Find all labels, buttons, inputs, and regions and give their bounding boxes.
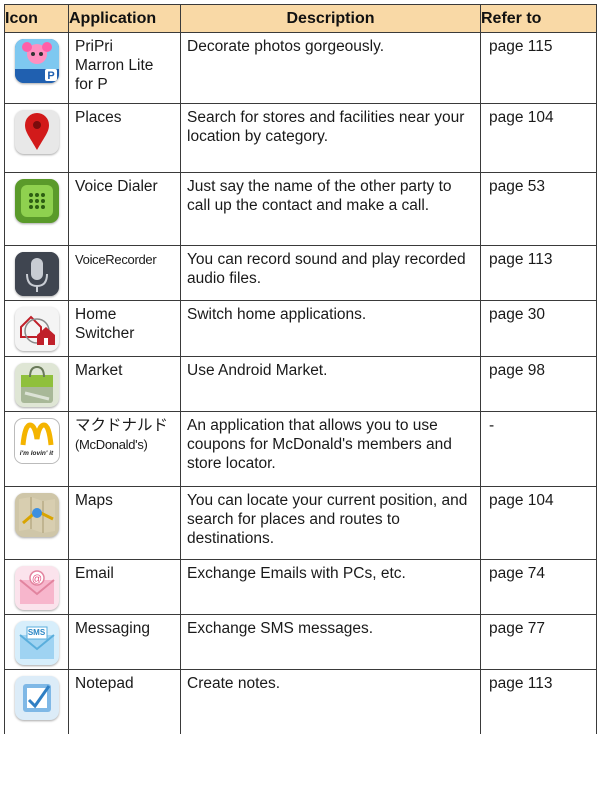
microphone-icon xyxy=(14,252,59,296)
email-envelope-icon: @ xyxy=(14,566,59,610)
icon-cell xyxy=(4,245,69,301)
app-name-line: (McDonald's) xyxy=(75,437,148,452)
app-name-line: Email xyxy=(75,565,114,582)
maps-icon xyxy=(14,493,59,537)
table-row: P PriPri Marron Lite for P Decorate phot… xyxy=(4,32,597,104)
sms-envelope-icon: SMS xyxy=(14,621,59,665)
table-row: VoiceRecorder You can record sound and p… xyxy=(4,245,597,301)
app-name-cell: マクドナルド (McDonald's) xyxy=(68,411,181,487)
icon-cell xyxy=(4,669,69,734)
refer-to-cell: page 113 xyxy=(480,245,597,301)
icon-caption: i'm lovin' it xyxy=(19,450,54,457)
app-name-line: for P xyxy=(75,76,108,93)
refer-to-cell: page 104 xyxy=(480,103,597,173)
app-name-cell: PriPri Marron Lite for P xyxy=(68,32,181,104)
description-cell: You can record sound and play recorded a… xyxy=(180,245,481,301)
app-list-page: Icon Application Description Refer to P … xyxy=(4,4,597,734)
app-name-line: VoiceRecorder xyxy=(75,252,157,267)
refer-to-cell: page 30 xyxy=(480,300,597,357)
mcdonalds-logo-icon: i'm lovin' it xyxy=(13,418,60,464)
app-name-cell: Notepad xyxy=(68,669,181,734)
header-row: Icon Application Description Refer to xyxy=(4,4,597,33)
header-application: Application xyxy=(68,4,181,33)
header-icon: Icon xyxy=(4,4,69,33)
header-description: Description xyxy=(180,4,481,33)
app-name-cell: Maps xyxy=(68,486,181,560)
table-row: Voice Dialer Just say the name of the ot… xyxy=(4,172,597,246)
app-name-line: PriPri xyxy=(75,38,113,55)
description-cell: Exchange SMS messages. xyxy=(180,614,481,670)
icon-cell: SMS xyxy=(4,614,69,670)
icon-cell xyxy=(4,300,69,357)
refer-to-cell: - xyxy=(480,411,597,487)
description-cell: An application that allows you to use co… xyxy=(180,411,481,487)
app-name-line: Market xyxy=(75,362,123,379)
table-row: Notepad Create notes. page 113 xyxy=(4,669,597,734)
icon-cell: @ xyxy=(4,559,69,615)
places-pin-icon xyxy=(14,110,59,154)
svg-text:@: @ xyxy=(31,574,41,585)
refer-to-cell: page 74 xyxy=(480,559,597,615)
refer-to-cell: page 115 xyxy=(480,32,597,104)
app-name-line: Switcher xyxy=(75,325,135,342)
icon-cell: P xyxy=(4,32,69,104)
refer-to-cell: page 98 xyxy=(480,356,597,412)
app-name-cell: Email xyxy=(68,559,181,615)
refer-to-cell: page 77 xyxy=(480,614,597,670)
app-name-line: Places xyxy=(75,109,122,126)
icon-caption: SMS xyxy=(27,628,46,637)
icon-cell xyxy=(4,356,69,412)
svg-text:P: P xyxy=(47,70,54,82)
home-switcher-icon xyxy=(14,307,59,351)
app-name-cell: Voice Dialer xyxy=(68,172,181,246)
icon-cell xyxy=(4,103,69,173)
app-name-line: Notepad xyxy=(75,675,134,692)
app-name-line: Maps xyxy=(75,492,113,509)
description-cell: Create notes. xyxy=(180,669,481,734)
table-row: Home Switcher Switch home applications. … xyxy=(4,300,597,357)
notepad-icon xyxy=(14,676,59,720)
icon-cell xyxy=(4,486,69,560)
app-name-cell: Messaging xyxy=(68,614,181,670)
refer-to-cell: page 104 xyxy=(480,486,597,560)
app-name-line: マクドナルド xyxy=(75,417,169,434)
description-cell: Switch home applications. xyxy=(180,300,481,357)
market-bag-icon xyxy=(14,363,59,407)
app-name-cell: Home Switcher xyxy=(68,300,181,357)
app-name-line: Marron Lite xyxy=(75,57,154,74)
app-name-line: Home xyxy=(75,306,117,323)
description-cell: Search for stores and facilities near yo… xyxy=(180,103,481,173)
header-refer-to: Refer to xyxy=(480,4,597,33)
refer-to-cell: page 113 xyxy=(480,669,597,734)
table-row: Maps You can locate your current positio… xyxy=(4,486,597,560)
icon-cell xyxy=(4,172,69,246)
table-row: @ Email Exchange Emails with PCs, etc. p… xyxy=(4,559,597,615)
table-row: i'm lovin' it マクドナルド (McDonald's) An app… xyxy=(4,411,597,487)
app-name-cell: VoiceRecorder xyxy=(68,245,181,301)
description-cell: Use Android Market. xyxy=(180,356,481,412)
table-row: SMS Messaging Exchange SMS messages. pag… xyxy=(4,614,597,670)
table-row: Market Use Android Market. page 98 xyxy=(4,356,597,412)
pripri-marron-icon: P xyxy=(14,39,59,83)
description-cell: Decorate photos gorgeously. xyxy=(180,32,481,104)
icon-cell: i'm lovin' it xyxy=(4,411,69,487)
refer-to-cell: page 53 xyxy=(480,172,597,246)
description-cell: Exchange Emails with PCs, etc. xyxy=(180,559,481,615)
voice-dialer-icon xyxy=(14,179,59,223)
description-cell: You can locate your current position, an… xyxy=(180,486,481,560)
applications-table: Icon Application Description Refer to P … xyxy=(4,4,597,734)
description-cell: Just say the name of the other party to … xyxy=(180,172,481,246)
app-name-cell: Market xyxy=(68,356,181,412)
app-name-line: Messaging xyxy=(75,620,150,637)
app-name-cell: Places xyxy=(68,103,181,173)
app-name-line: Voice Dialer xyxy=(75,178,158,195)
table-row: Places Search for stores and facilities … xyxy=(4,103,597,173)
